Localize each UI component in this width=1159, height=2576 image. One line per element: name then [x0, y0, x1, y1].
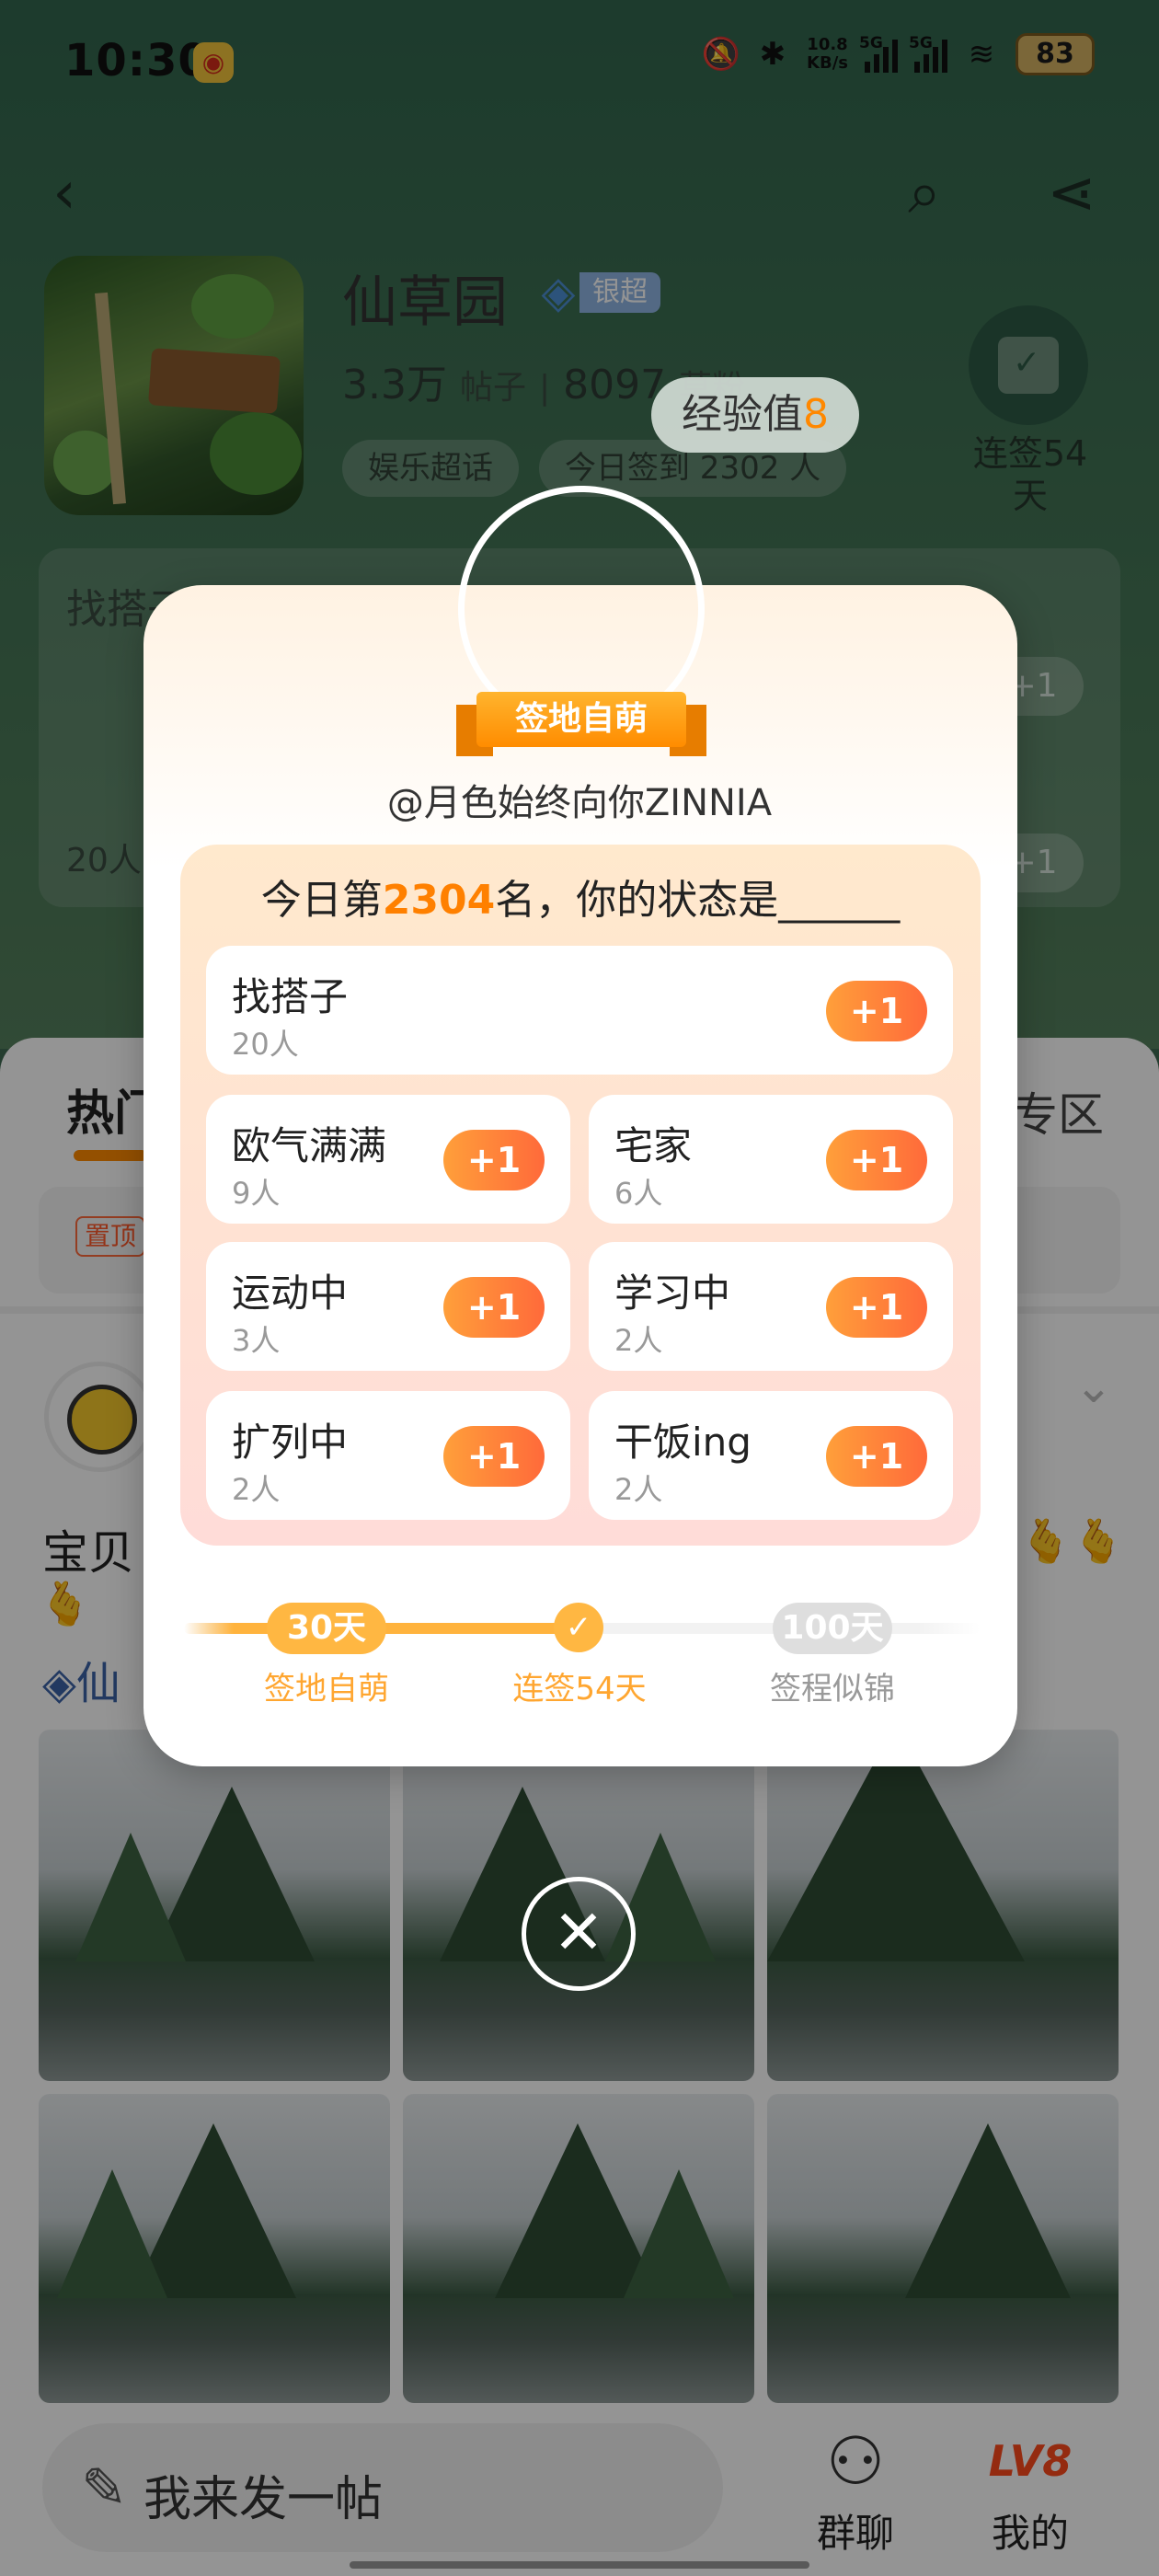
milestone-badge: 30天 — [267, 1603, 386, 1654]
status-option[interactable]: 干饭ing 2人 +1 — [589, 1391, 953, 1520]
status-option[interactable]: 宅家 6人 +1 — [589, 1095, 953, 1224]
plus-one-button[interactable]: +1 — [826, 1426, 927, 1487]
status-option[interactable]: 扩列中 2人 +1 — [206, 1391, 570, 1520]
streak-progress-fill — [184, 1623, 598, 1634]
user-handle: @月色始终向你ZINNIA — [386, 782, 773, 824]
rank-text: 今日第2304名，你的状态是______ — [260, 877, 901, 924]
milestone-badge: 100天 — [773, 1603, 892, 1654]
plus-one-button[interactable]: +1 — [826, 1130, 927, 1190]
plus-one-button[interactable]: +1 — [826, 1277, 927, 1338]
plus-one-button[interactable]: +1 — [826, 981, 927, 1041]
check-icon: ✓ — [554, 1603, 603, 1652]
signin-ribbon: 签地自萌 — [456, 692, 706, 756]
milestone-label: 连签54天 — [512, 1671, 647, 1708]
plus-one-button[interactable]: +1 — [443, 1426, 545, 1487]
milestone-label: 签程似锦 — [770, 1671, 895, 1708]
plus-one-button[interactable]: +1 — [443, 1130, 545, 1190]
status-option[interactable]: 找搭子 20人 +1 — [206, 946, 953, 1075]
status-option[interactable]: 学习中 2人 +1 — [589, 1242, 953, 1371]
milestone-label: 签地自萌 — [264, 1671, 389, 1708]
status-option[interactable]: 运动中 3人 +1 — [206, 1242, 570, 1371]
exp-gain-toast: 经验值8 — [651, 377, 859, 453]
close-icon[interactable]: ✕ — [522, 1877, 636, 1991]
plus-one-button[interactable]: +1 — [443, 1277, 545, 1338]
status-option[interactable]: 欧气满满 9人 +1 — [206, 1095, 570, 1224]
